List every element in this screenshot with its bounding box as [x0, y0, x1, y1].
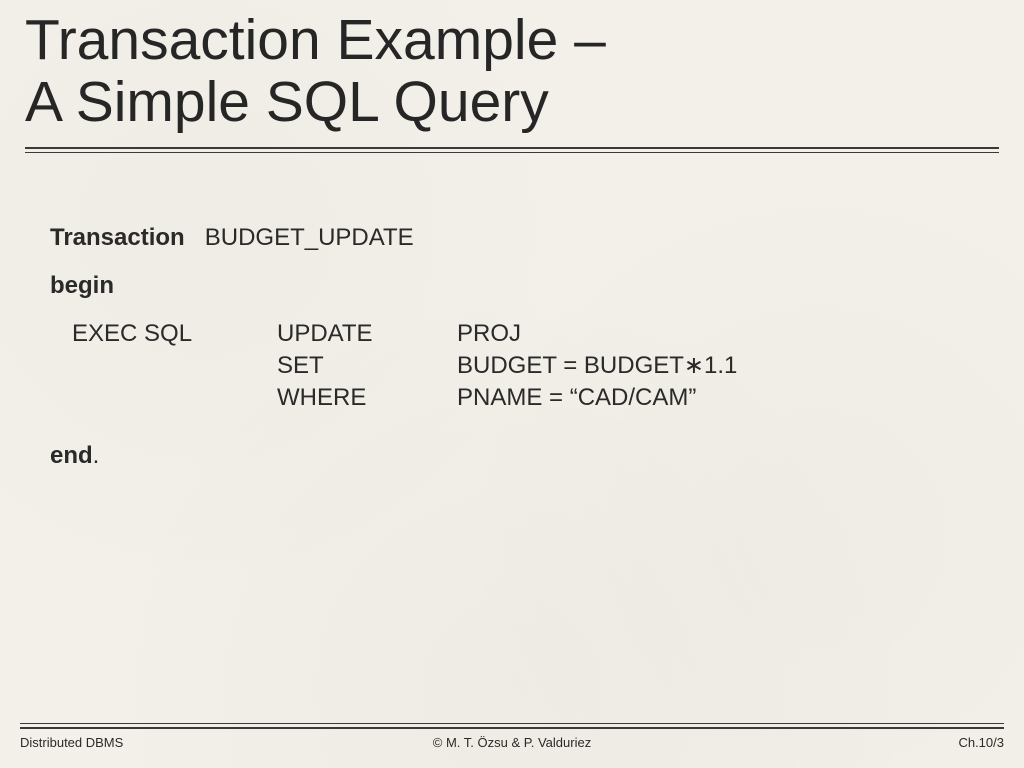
exec-sql-keyword: EXEC SQL	[72, 319, 277, 351]
sql-block: EXEC SQL UPDATE SET WHERE PROJ BUDGET = …	[50, 319, 974, 415]
footer-left: Distributed DBMS	[20, 735, 123, 750]
spacer	[185, 223, 205, 253]
transaction-declaration: Transaction BUDGET_UPDATE	[50, 223, 974, 253]
transaction-keyword: Transaction	[50, 223, 185, 253]
footer: Distributed DBMS © M. T. Özsu & P. Valdu…	[0, 723, 1024, 750]
end-keyword: end	[50, 441, 93, 471]
sql-update-arg: PROJ	[457, 319, 737, 351]
end-line: end.	[50, 441, 974, 471]
footer-right: Ch.10/3	[958, 735, 1004, 750]
footer-center: © M. T. Özsu & P. Valduriez	[0, 735, 1024, 750]
title-line-1: Transaction Example –	[25, 8, 606, 72]
sql-where-keyword: WHERE	[277, 383, 457, 415]
begin-keyword: begin	[50, 271, 974, 301]
sql-where-arg: PNAME = “CAD/CAM”	[457, 383, 737, 415]
footer-rule	[20, 723, 1004, 729]
end-dot: .	[93, 441, 100, 471]
title-line-2: A Simple SQL Query	[25, 70, 549, 134]
sql-update-keyword: UPDATE	[277, 319, 457, 351]
title-block: Transaction Example – A Simple SQL Query	[0, 0, 1024, 153]
sql-set-keyword: SET	[277, 351, 457, 383]
sql-set-arg: BUDGET = BUDGET∗​1.1	[457, 351, 737, 383]
slide-content: Transaction BUDGET_UPDATE begin EXEC SQL…	[0, 153, 1024, 471]
transaction-name: BUDGET_UPDATE	[205, 223, 414, 253]
slide-title: Transaction Example – A Simple SQL Query	[25, 10, 999, 147]
